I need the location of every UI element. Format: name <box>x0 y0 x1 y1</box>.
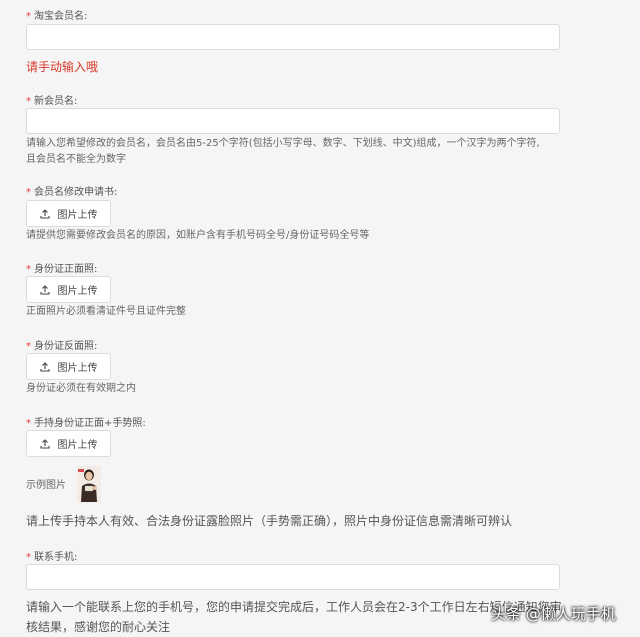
upload-icon <box>39 208 50 219</box>
required-mark: * <box>26 11 31 22</box>
watermark: 头条 @懒人玩手机 <box>491 605 616 623</box>
phone-label: * 联系手机: <box>26 552 78 563</box>
new-name-label: * 新会员名: <box>26 96 78 107</box>
id-front-upload-button[interactable]: 图片上传 <box>26 276 111 303</box>
required-mark: * <box>26 341 31 352</box>
required-mark: * <box>26 264 31 275</box>
upload-icon <box>39 361 50 372</box>
example-image-thumbnail[interactable] <box>77 466 101 502</box>
required-mark: * <box>26 552 31 563</box>
required-mark: * <box>26 187 31 198</box>
id-front-hint: 正面照片必须看清证件号且证件完整 <box>26 306 186 317</box>
handheld-upload-button[interactable]: 图片上传 <box>26 430 111 457</box>
id-back-upload-button[interactable]: 图片上传 <box>26 353 111 380</box>
manual-input-warning: 请手动输入哦 <box>26 60 99 74</box>
id-back-label: * 身份证反面照: <box>26 341 98 352</box>
application-hint: 请提供您需要修改会员名的原因，如账户含有手机号码全号/身份证号码全号等 <box>26 230 370 241</box>
person-holding-id-image <box>77 466 101 502</box>
new-name-input[interactable] <box>26 108 560 134</box>
upload-icon <box>39 284 50 295</box>
example-image-label: 示例图片 <box>26 480 66 491</box>
application-upload-button[interactable]: 图片上传 <box>26 200 111 227</box>
id-back-hint: 身份证必须在有效期之内 <box>26 383 136 394</box>
required-mark: * <box>26 418 31 429</box>
phone-input[interactable] <box>26 564 560 590</box>
upload-icon <box>39 438 50 449</box>
application-label: * 会员名修改申请书: <box>26 187 118 198</box>
new-name-hint: 请输入您希望修改的会员名，会员名由5-25个字符(包括小写字母、数字、下划线、中… <box>26 138 540 165</box>
required-mark: * <box>26 96 31 107</box>
taobao-name-label: * 淘宝会员名: <box>26 11 88 22</box>
id-front-label: * 身份证正面照: <box>26 264 98 275</box>
taobao-name-input[interactable] <box>26 24 560 50</box>
handheld-label: * 手持身份证正面+手势照: <box>26 418 146 429</box>
handheld-hint: 请上传手持本人有效、合法身份证露脸照片（手势需正确），照片中身份证信息需清晰可辨… <box>26 514 513 528</box>
